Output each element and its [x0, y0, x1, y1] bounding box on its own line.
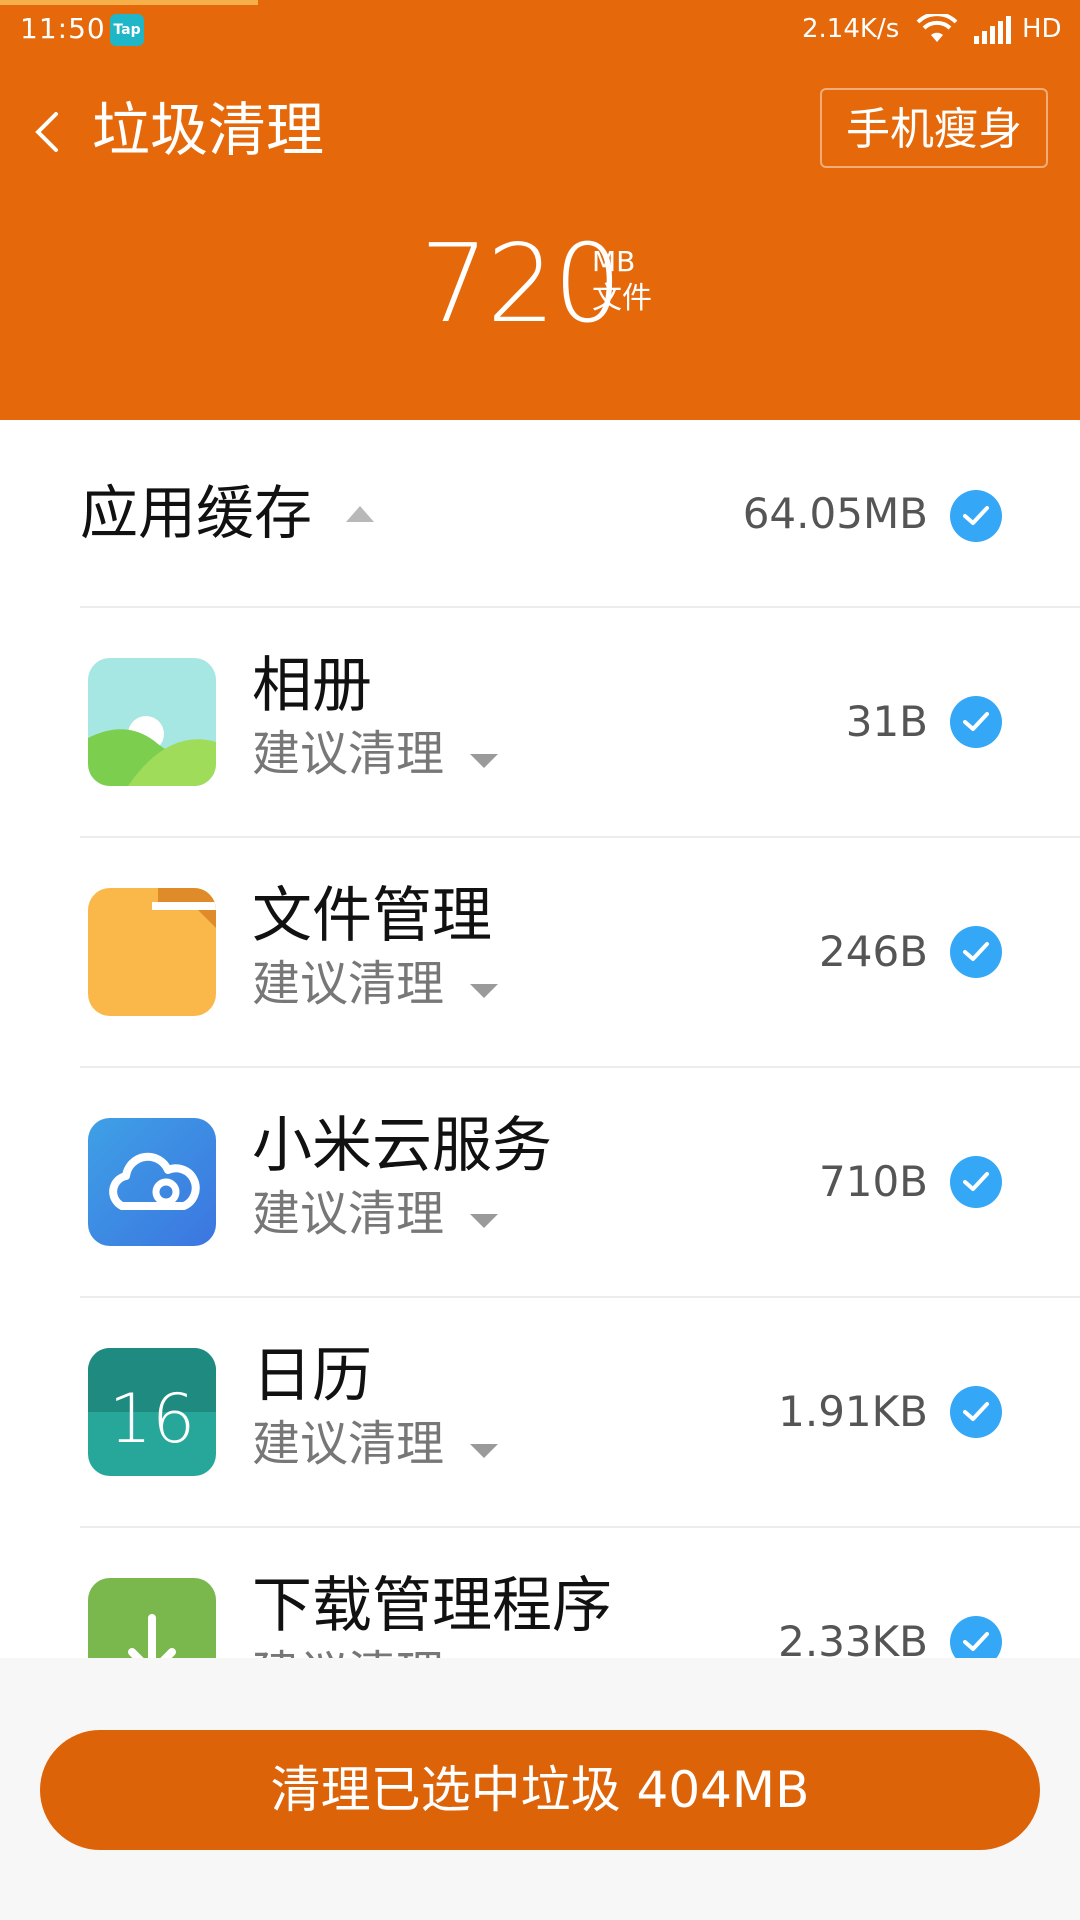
app-size: 31B: [845, 697, 928, 746]
back-button[interactable]: [24, 100, 74, 164]
section-check-icon[interactable]: [950, 490, 1002, 542]
check-icon[interactable]: [950, 1156, 1002, 1208]
section-size: 64.05MB: [742, 489, 928, 538]
app-name: 日历: [252, 1341, 372, 1411]
folder-icon: [88, 888, 216, 1016]
check-icon[interactable]: [950, 1616, 1002, 1658]
total-junk-value: 720: [420, 222, 622, 347]
app-suggestion[interactable]: 建议清理: [252, 1414, 444, 1474]
app-name: 小米云服务: [252, 1111, 552, 1181]
tap-app-badge-icon: Tap: [110, 14, 144, 46]
status-time: 11:50: [20, 12, 106, 45]
total-junk-label: 文件: [592, 281, 652, 316]
calendar-icon: 16: [88, 1348, 216, 1476]
phone-slim-button[interactable]: 手机瘦身: [820, 88, 1048, 168]
app-suggestion[interactable]: 建议清理: [252, 954, 444, 1014]
list-item[interactable]: 下载管理程序 建议清理 2.33KB: [0, 1528, 1080, 1658]
app-size: 2.33KB: [778, 1617, 928, 1658]
app-name: 下载管理程序: [252, 1571, 612, 1641]
list-item[interactable]: 16 日历 建议清理 1.91KB: [0, 1298, 1080, 1528]
clean-selected-button[interactable]: 清理已选中垃圾 404MB: [40, 1730, 1040, 1850]
list-item[interactable]: 小米云服务 建议清理 710B: [0, 1068, 1080, 1298]
app-name: 文件管理: [252, 881, 492, 951]
check-icon[interactable]: [950, 926, 1002, 978]
chevron-left-icon: [35, 112, 58, 152]
calendar-icon-day: 16: [109, 1380, 196, 1459]
app-suggestion[interactable]: 建议清理: [252, 724, 444, 784]
caret-down-icon[interactable]: [470, 1444, 498, 1458]
app-size: 710B: [819, 1157, 928, 1206]
app-suggestion[interactable]: 建议清理: [252, 1644, 444, 1658]
list-item[interactable]: 文件管理 建议清理 246B: [0, 838, 1080, 1068]
section-title[interactable]: 应用缓存: [80, 478, 312, 548]
status-bar: 11:50 Tap 2.14K/s HD: [0, 0, 1080, 60]
gallery-icon: [88, 658, 216, 786]
header-bar: 11:50 Tap 2.14K/s HD 垃圾清理 手机瘦身 720 MB 文件: [0, 0, 1080, 420]
download-icon: [88, 1578, 216, 1658]
network-type: HD: [1022, 14, 1062, 44]
check-icon[interactable]: [950, 1386, 1002, 1438]
wifi-icon: [916, 12, 958, 46]
total-junk-unit: MB: [592, 245, 636, 278]
app-size: 1.91KB: [778, 1387, 928, 1436]
check-icon[interactable]: [950, 696, 1002, 748]
page-title: 垃圾清理: [92, 96, 325, 164]
list-item[interactable]: 相册 建议清理 31B: [0, 608, 1080, 838]
caret-down-icon[interactable]: [470, 754, 498, 768]
cloud-icon: [88, 1118, 216, 1246]
caret-down-icon[interactable]: [470, 984, 498, 998]
app-size: 246B: [819, 927, 928, 976]
signal-icon: [972, 14, 1014, 46]
caret-down-icon[interactable]: [470, 1214, 498, 1228]
net-speed: 2.14K/s: [802, 14, 900, 44]
caret-up-icon[interactable]: [346, 506, 374, 522]
app-suggestion[interactable]: 建议清理: [252, 1184, 444, 1244]
app-name: 相册: [252, 651, 372, 721]
app-cache-list[interactable]: 相册 建议清理 31B 文件管理 建议清理 246B 小米云服务 建议清理 71…: [0, 608, 1080, 1658]
